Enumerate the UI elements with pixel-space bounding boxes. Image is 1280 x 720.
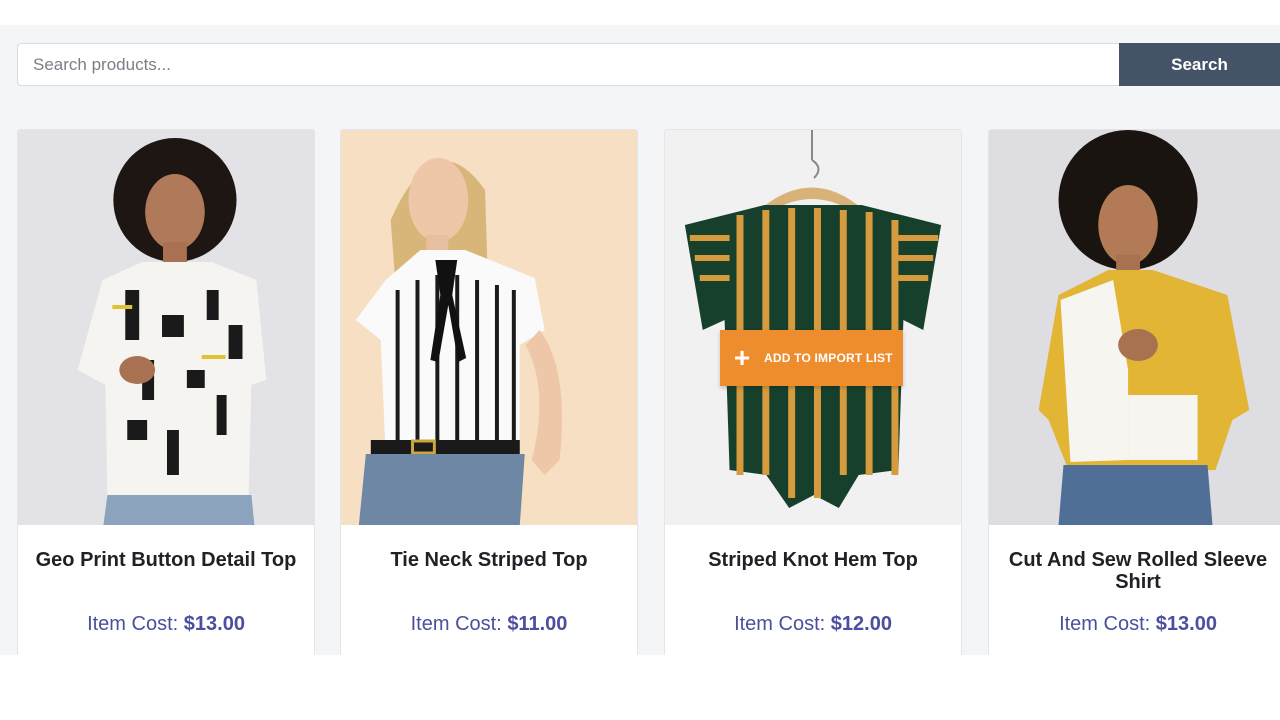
product-cost: Item Cost: $13.00 — [989, 613, 1280, 636]
product-cost: Item Cost: $11.00 — [341, 613, 637, 636]
product-card[interactable]: Cut And Sew Rolled Sleeve Shirt Item Cos… — [988, 129, 1280, 655]
plus-icon: + — [733, 342, 751, 373]
product-image[interactable] — [18, 130, 314, 525]
product-cost: Item Cost: $13.00 — [18, 613, 314, 636]
search-input[interactable] — [17, 43, 1119, 86]
cost-label: Item Cost: — [410, 613, 502, 635]
product-title[interactable]: Striped Knot Hem Top — [679, 549, 947, 571]
add-to-import-list-label: ADD TO IMPORT LIST — [764, 351, 893, 365]
cost-label: Item Cost: — [734, 613, 826, 635]
add-to-import-list-button[interactable]: + ADD TO IMPORT LIST — [720, 330, 903, 386]
product-price: $13.00 — [183, 613, 245, 635]
search-bar: Search — [17, 43, 1280, 86]
product-image[interactable] — [989, 130, 1280, 525]
product-price: $13.00 — [1155, 613, 1217, 635]
product-grid: Geo Print Button Detail Top Item Cost: $… — [0, 129, 1280, 655]
product-card[interactable]: + ADD TO IMPORT LIST Striped Knot Hem To… — [664, 129, 962, 655]
product-title[interactable]: Geo Print Button Detail Top — [32, 549, 300, 571]
product-title[interactable]: Tie Neck Striped Top — [355, 549, 623, 571]
search-button[interactable]: Search — [1119, 43, 1280, 86]
product-browser: Search products... Search Geo Print Butt… — [0, 25, 1280, 655]
product-cost: Item Cost: $12.00 — [665, 613, 961, 636]
cost-label: Item Cost: — [1059, 613, 1151, 635]
product-card[interactable]: Tie Neck Striped Top Item Cost: $11.00 — [340, 129, 638, 655]
product-image[interactable] — [341, 130, 637, 525]
product-card[interactable]: Geo Print Button Detail Top Item Cost: $… — [17, 129, 315, 655]
product-price: $11.00 — [507, 613, 568, 635]
product-image[interactable]: + ADD TO IMPORT LIST — [665, 130, 961, 525]
product-title[interactable]: Cut And Sew Rolled Sleeve Shirt — [1003, 549, 1273, 593]
product-price: $12.00 — [830, 613, 892, 635]
cost-label: Item Cost: — [87, 613, 179, 635]
